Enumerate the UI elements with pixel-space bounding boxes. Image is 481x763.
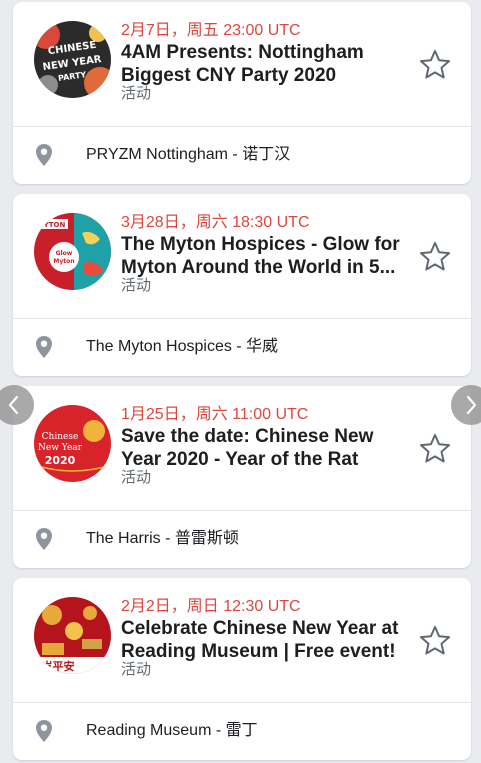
- location-pin-icon: [35, 143, 53, 167]
- event-title[interactable]: 4AM Presents: Nottingham Biggest CNY Par…: [121, 41, 411, 87]
- event-card[interactable]: 岁平安 2月2日，周日 12:30 UTC Celebrate Chinese …: [13, 578, 471, 760]
- event-thumbnail[interactable]: 岁平安: [34, 597, 111, 674]
- thumb-text: 2020: [45, 454, 76, 467]
- event-title[interactable]: Save the date: Chinese New Year 2020 - Y…: [121, 425, 411, 471]
- events-feed: CHINESE NEW YEAR PARTY 2月7日，周五 23:00 UTC…: [0, 0, 481, 763]
- event-title[interactable]: The Myton Hospices - Glow for Myton Arou…: [121, 233, 411, 279]
- interested-star-button[interactable]: [418, 48, 452, 82]
- event-header[interactable]: MYTON Glow Myton 3月28日，周六 18:30 UTC The …: [13, 194, 471, 318]
- interested-star-button[interactable]: [418, 624, 452, 658]
- event-location: The Myton Hospices - 华威: [86, 338, 279, 355]
- event-card[interactable]: MYTON Glow Myton 3月28日，周六 18:30 UTC The …: [13, 194, 471, 376]
- star-outline-icon: [420, 626, 450, 655]
- event-location-row[interactable]: PRYZM Nottingham - 诺丁汉: [13, 127, 471, 184]
- interested-star-button[interactable]: [418, 432, 452, 466]
- event-header[interactable]: CHINESE NEW YEAR PARTY 2月7日，周五 23:00 UTC…: [13, 2, 471, 126]
- event-card[interactable]: CHINESE NEW YEAR PARTY 2月7日，周五 23:00 UTC…: [13, 2, 471, 184]
- event-date: 3月28日，周六 18:30 UTC: [121, 214, 310, 231]
- event-info: 2月7日，周五 23:00 UTC 4AM Presents: Nottingh…: [121, 21, 411, 103]
- thumb-text: Glow: [56, 250, 73, 257]
- thumb-text: New Year: [38, 443, 83, 453]
- event-header[interactable]: Chinese New Year 2020 1月25日，周六 11:00 UTC…: [13, 386, 471, 510]
- event-location-row[interactable]: The Harris - 普雷斯顿: [13, 511, 471, 568]
- event-location-row[interactable]: The Myton Hospices - 华威: [13, 319, 471, 376]
- event-header[interactable]: 岁平安 2月2日，周日 12:30 UTC Celebrate Chinese …: [13, 578, 471, 702]
- thumb-text: 岁平安: [42, 659, 75, 673]
- star-outline-icon: [420, 434, 450, 463]
- prev-page-button[interactable]: [0, 385, 34, 425]
- interested-star-button[interactable]: [418, 240, 452, 274]
- thumb-text: Myton: [53, 258, 74, 265]
- event-thumbnail[interactable]: MYTON Glow Myton: [34, 213, 111, 290]
- event-card[interactable]: Chinese New Year 2020 1月25日，周六 11:00 UTC…: [13, 386, 471, 568]
- thumb-text: MYTON: [37, 221, 66, 229]
- event-location: The Harris - 普雷斯顿: [86, 530, 239, 547]
- event-date: 2月2日，周日 12:30 UTC: [121, 598, 301, 615]
- location-pin-icon: [35, 719, 53, 743]
- location-pin-icon: [35, 527, 53, 551]
- event-thumbnail[interactable]: CHINESE NEW YEAR PARTY: [34, 21, 111, 98]
- event-info: 2月2日，周日 12:30 UTC Celebrate Chinese New …: [121, 597, 411, 679]
- location-pin-icon: [35, 335, 53, 359]
- event-location-row[interactable]: Reading Museum - 雷丁: [13, 703, 471, 760]
- star-outline-icon: [420, 242, 450, 271]
- next-page-button[interactable]: [451, 385, 481, 425]
- event-info: 1月25日，周六 11:00 UTC Save the date: Chines…: [121, 405, 411, 487]
- event-title[interactable]: Celebrate Chinese New Year at Reading Mu…: [121, 617, 411, 663]
- event-thumbnail[interactable]: Chinese New Year 2020: [34, 405, 111, 482]
- event-info: 3月28日，周六 18:30 UTC The Myton Hospices - …: [121, 213, 411, 295]
- chevron-right-icon: [466, 395, 477, 415]
- event-location: Reading Museum - 雷丁: [86, 722, 258, 739]
- event-date: 2月7日，周五 23:00 UTC: [121, 22, 301, 39]
- event-date: 1月25日，周六 11:00 UTC: [121, 406, 309, 423]
- thumb-text: Chinese: [42, 432, 79, 442]
- star-outline-icon: [420, 50, 450, 79]
- chevron-left-icon: [8, 395, 19, 415]
- event-location: PRYZM Nottingham - 诺丁汉: [86, 146, 291, 163]
